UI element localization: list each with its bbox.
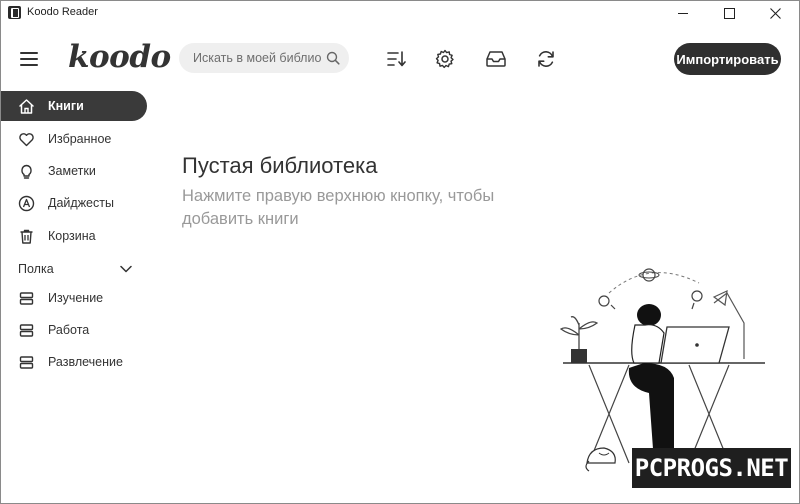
inbox-button[interactable]	[485, 48, 507, 70]
search-input[interactable]	[193, 49, 321, 67]
hamburger-line	[20, 58, 38, 60]
search-icon[interactable]	[326, 51, 340, 65]
search-box[interactable]	[179, 43, 349, 73]
shelf-icon	[19, 324, 34, 337]
sidebar-item-label: Развлечение	[48, 355, 123, 369]
sidebar-item-trash[interactable]: Корзина	[1, 221, 147, 251]
sync-button[interactable]	[535, 48, 557, 70]
minimize-icon	[678, 12, 688, 14]
sidebar-item-label: Избранное	[48, 132, 112, 146]
sidebar-item-label: Заметки	[48, 164, 96, 178]
close-icon	[769, 7, 781, 19]
app-window: Koodo Reader koodo Искать в моей библиот…	[0, 0, 800, 504]
import-button[interactable]: Импортировать	[674, 43, 781, 75]
gear-icon	[435, 49, 454, 69]
sidebar-item-books[interactable]: Книги	[1, 91, 147, 121]
empty-library-title: Пустая библиотека	[182, 153, 378, 178]
sidebar-item-shelf-study[interactable]: Изучение	[1, 283, 147, 313]
trash-icon	[20, 229, 33, 244]
sidebar-item-label: Изучение	[48, 291, 104, 305]
empty-library-hint: Нажмите правую верхнюю кнопку, чтобы доб…	[182, 187, 495, 228]
sidebar-item-notes[interactable]: Заметки	[1, 156, 147, 186]
sidebar-item-label: Книги	[48, 99, 84, 113]
highlight-icon	[18, 195, 35, 212]
sort-icon	[387, 51, 406, 67]
koodo-logo[interactable]: koodo	[68, 39, 171, 75]
watermark-logo: PCPROGS.NET	[632, 448, 791, 488]
close-button[interactable]	[752, 1, 798, 25]
hamburger-line	[20, 52, 38, 54]
sidebar-item-shelf-work[interactable]: Работа	[1, 315, 147, 345]
sort-button[interactable]	[385, 48, 407, 70]
window-title: Koodo Reader	[27, 6, 98, 18]
shelf-icon	[19, 356, 34, 369]
shelf-icon	[19, 292, 34, 305]
sidebar-item-label: Работа	[48, 323, 90, 337]
sidebar-item-shelf-entertainment[interactable]: Развлечение	[1, 347, 147, 377]
heart-icon	[19, 133, 34, 147]
chevron-down-icon[interactable]	[119, 263, 133, 275]
maximize-button[interactable]	[706, 1, 752, 25]
menu-toggle-button[interactable]	[20, 52, 38, 66]
minimize-button[interactable]	[660, 1, 706, 25]
sidebar-item-digests[interactable]: Дайджесты	[1, 188, 147, 218]
lightbulb-icon	[21, 164, 32, 179]
hamburger-line	[20, 64, 38, 66]
sync-icon	[538, 51, 554, 67]
sidebar-item-label: Корзина	[48, 229, 96, 243]
sidebar-item-label: Дайджесты	[48, 196, 114, 210]
home-icon	[19, 99, 34, 114]
shelf-section-title: Полка	[18, 262, 54, 276]
sidebar-item-favorites[interactable]: Избранное	[1, 124, 147, 154]
inbox-icon	[486, 51, 506, 67]
title-bar[interactable]: Koodo Reader	[1, 1, 799, 25]
reading-person-illustration	[559, 268, 765, 472]
settings-button[interactable]	[434, 48, 456, 70]
app-icon	[8, 6, 21, 19]
maximize-icon	[723, 7, 735, 19]
